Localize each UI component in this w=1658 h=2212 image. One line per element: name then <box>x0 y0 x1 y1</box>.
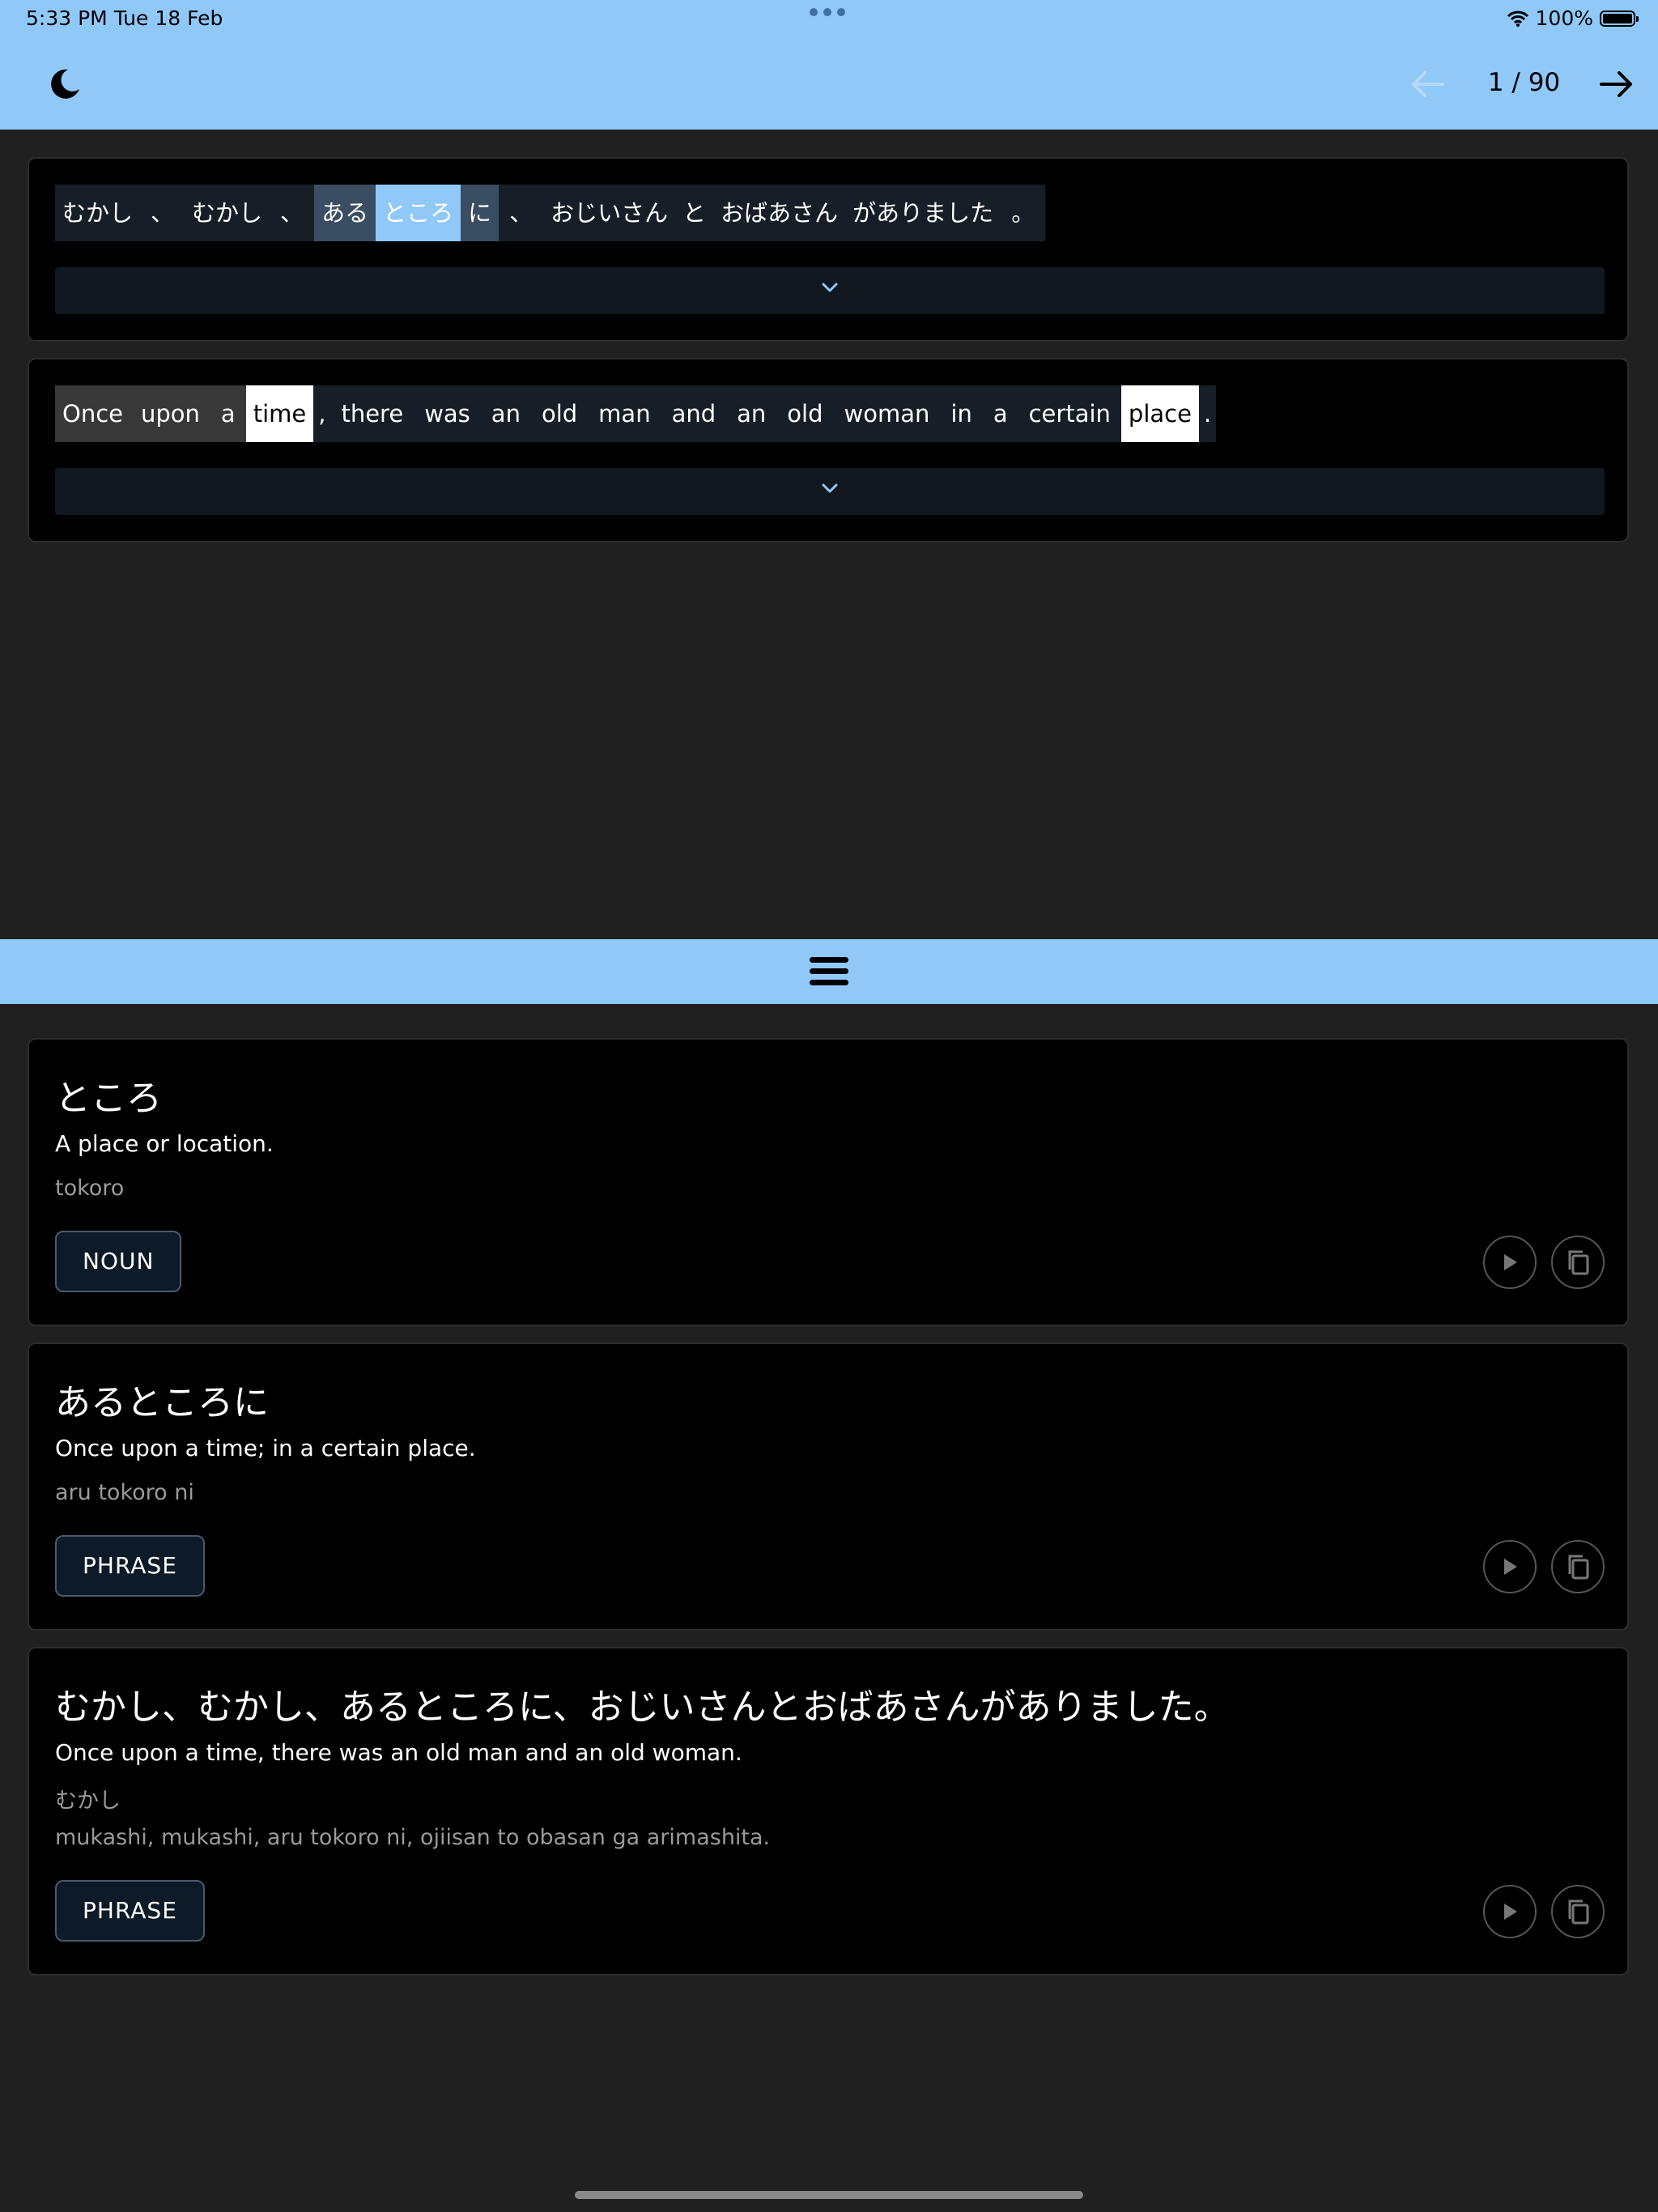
battery-icon <box>1600 10 1639 27</box>
chevron-down-icon <box>822 283 838 292</box>
arrow-right-icon[interactable] <box>1596 66 1637 102</box>
wifi-icon <box>1507 11 1528 27</box>
token[interactable]: 。 <box>1001 185 1045 241</box>
token[interactable]: 、 <box>499 185 543 241</box>
moon-icon[interactable] <box>47 66 83 102</box>
home-indicator[interactable] <box>575 2191 1083 2199</box>
play-audio-button[interactable] <box>1483 1236 1537 1289</box>
panel-divider-handle[interactable] <box>0 939 1658 1004</box>
copy-button[interactable] <box>1551 1540 1605 1593</box>
copy-icon <box>1568 1899 1589 1925</box>
battery-percent: 100% <box>1535 6 1593 30</box>
play-audio-button[interactable] <box>1483 1540 1537 1593</box>
token[interactable]: was <box>414 385 481 442</box>
token[interactable]: a <box>983 385 1018 442</box>
entry-reading: tokoro <box>55 1176 125 1201</box>
dictionary-entry-card: むかし、むかし、あるところに、おじいさんとおばあさんがありました。 Once u… <box>28 1647 1629 1976</box>
token[interactable]: in <box>940 385 982 442</box>
top-toolbar: 1 / 90 <box>0 39 1658 130</box>
entry-reading: aru tokoro ni <box>55 1480 194 1505</box>
entry-furigana: むかし <box>55 1789 121 1814</box>
copy-button[interactable] <box>1551 1885 1605 1938</box>
arrow-left-icon[interactable] <box>1407 66 1448 102</box>
dictionary-entry-card: あるところに Once upon a time; in a certain pl… <box>28 1342 1629 1631</box>
entry-reading: mukashi, mukashi, aru tokoro ni, ojiisan… <box>55 1825 771 1850</box>
status-time: 5:33 PM Tue 18 Feb <box>26 6 223 30</box>
token[interactable]: おじいさん <box>543 185 675 241</box>
token[interactable]: certain <box>1018 385 1121 442</box>
token[interactable]: 、 <box>270 185 314 241</box>
sentence-card-japanese: むかし 、 むかし 、 ある ところ に 、 おじいさん と おばあさん があり… <box>28 157 1629 342</box>
token[interactable]: an <box>726 385 776 442</box>
token-selected-phrase[interactable]: ある <box>314 185 376 241</box>
token[interactable]: old <box>776 385 833 442</box>
token[interactable]: 、 <box>140 185 185 241</box>
play-icon <box>1504 1254 1517 1270</box>
play-icon <box>1504 1904 1517 1920</box>
token[interactable]: がありました <box>845 185 1001 241</box>
token-row-english: Once upon a time , there was an old man … <box>55 385 1217 442</box>
entry-definition: A place or location. <box>55 1130 274 1157</box>
copy-icon <box>1568 1250 1589 1275</box>
token-selected[interactable]: place <box>1120 385 1199 442</box>
token[interactable]: おばあさん <box>713 185 845 241</box>
token[interactable]: old <box>531 385 588 442</box>
token[interactable]: , <box>313 385 330 442</box>
token[interactable]: there <box>330 385 414 442</box>
sentence-card-english: Once upon a time , there was an old man … <box>28 358 1629 542</box>
entry-title: むかし、むかし、あるところに、おじいさんとおばあさんがありました。 <box>55 1687 1230 1728</box>
token[interactable]: upon <box>130 385 210 442</box>
token[interactable]: man <box>588 385 661 442</box>
entry-definition: Once upon a time; in a certain place. <box>55 1435 476 1461</box>
token-selected-phrase[interactable]: に <box>461 185 500 241</box>
token[interactable]: と <box>675 185 713 241</box>
entry-title: あるところに <box>55 1382 269 1423</box>
play-icon <box>1504 1559 1517 1575</box>
play-audio-button[interactable] <box>1483 1885 1537 1938</box>
part-of-speech-tag[interactable]: PHRASE <box>55 1880 205 1942</box>
part-of-speech-tag[interactable]: NOUN <box>55 1231 182 1292</box>
expand-button[interactable] <box>55 468 1605 515</box>
entry-definition: Once upon a time, there was an old man a… <box>55 1739 742 1766</box>
token[interactable]: . <box>1199 385 1216 442</box>
token[interactable]: a <box>210 385 246 442</box>
token[interactable]: an <box>481 385 531 442</box>
copy-icon <box>1568 1555 1589 1580</box>
chevron-down-icon <box>822 483 838 493</box>
dictionary-entry-card: ところ A place or location. tokoro NOUN <box>28 1038 1629 1326</box>
token-selected[interactable]: time <box>245 385 314 442</box>
token-selected[interactable]: ところ <box>376 185 461 241</box>
status-right: 100% <box>1507 6 1639 30</box>
menu-icon[interactable] <box>808 952 850 991</box>
token[interactable]: むかし <box>185 185 270 241</box>
page-counter: 1 / 90 <box>1487 68 1561 97</box>
token-row-japanese: むかし 、 むかし 、 ある ところ に 、 おじいさん と おばあさん があり… <box>55 185 1046 241</box>
token[interactable]: woman <box>834 385 941 442</box>
part-of-speech-tag[interactable]: PHRASE <box>55 1535 205 1597</box>
entry-title: ところ <box>55 1078 162 1119</box>
status-bar: 5:33 PM Tue 18 Feb 100% <box>0 0 1658 39</box>
token[interactable]: and <box>661 385 727 442</box>
expand-button[interactable] <box>55 267 1605 314</box>
multitasking-dots-icon[interactable] <box>810 8 845 16</box>
copy-button[interactable] <box>1551 1236 1605 1289</box>
token[interactable]: むかし <box>55 185 140 241</box>
token[interactable]: Once <box>55 385 130 442</box>
